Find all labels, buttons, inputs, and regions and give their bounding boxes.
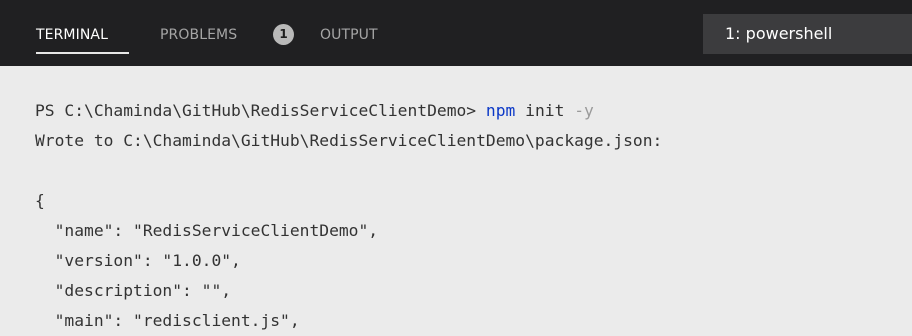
terminal-output[interactable]: PS C:\Chaminda\GitHub\RedisServiceClient… <box>0 66 912 336</box>
terminal-output-line: Wrote to C:\Chaminda\GitHub\RedisService… <box>35 131 663 150</box>
terminal-json-line: "version": "1.0.0", <box>35 251 241 270</box>
terminal-json-line: "main": "redisclient.js", <box>35 311 300 330</box>
terminal-shell-select[interactable]: 1: powershell <box>703 14 912 54</box>
problems-count-badge: 1 <box>273 24 294 45</box>
terminal-json-line: "name": "RedisServiceClientDemo", <box>35 221 379 240</box>
tab-problems[interactable]: PROBLEMS <box>160 22 237 48</box>
terminal-command: npm <box>485 101 516 120</box>
tab-terminal[interactable]: TERMINAL <box>36 22 108 48</box>
vscode-terminal-panel: TERMINAL PROBLEMS 1 OUTPUT 1: powershell… <box>0 0 912 336</box>
terminal-json-line: { <box>35 191 45 210</box>
terminal-json-line: "description": "", <box>35 281 232 300</box>
shell-select-label: 1: powershell <box>725 24 833 43</box>
terminal-prompt: PS C:\Chaminda\GitHub\RedisServiceClient… <box>35 101 477 120</box>
terminal-command-line: PS C:\Chaminda\GitHub\RedisServiceClient… <box>35 96 594 126</box>
terminal-command-flag: -y <box>574 101 594 120</box>
active-tab-indicator <box>36 52 129 54</box>
terminal-command-args: init <box>525 101 565 120</box>
panel-tab-bar: TERMINAL PROBLEMS 1 OUTPUT 1: powershell <box>0 0 912 66</box>
tab-output[interactable]: OUTPUT <box>320 22 378 48</box>
